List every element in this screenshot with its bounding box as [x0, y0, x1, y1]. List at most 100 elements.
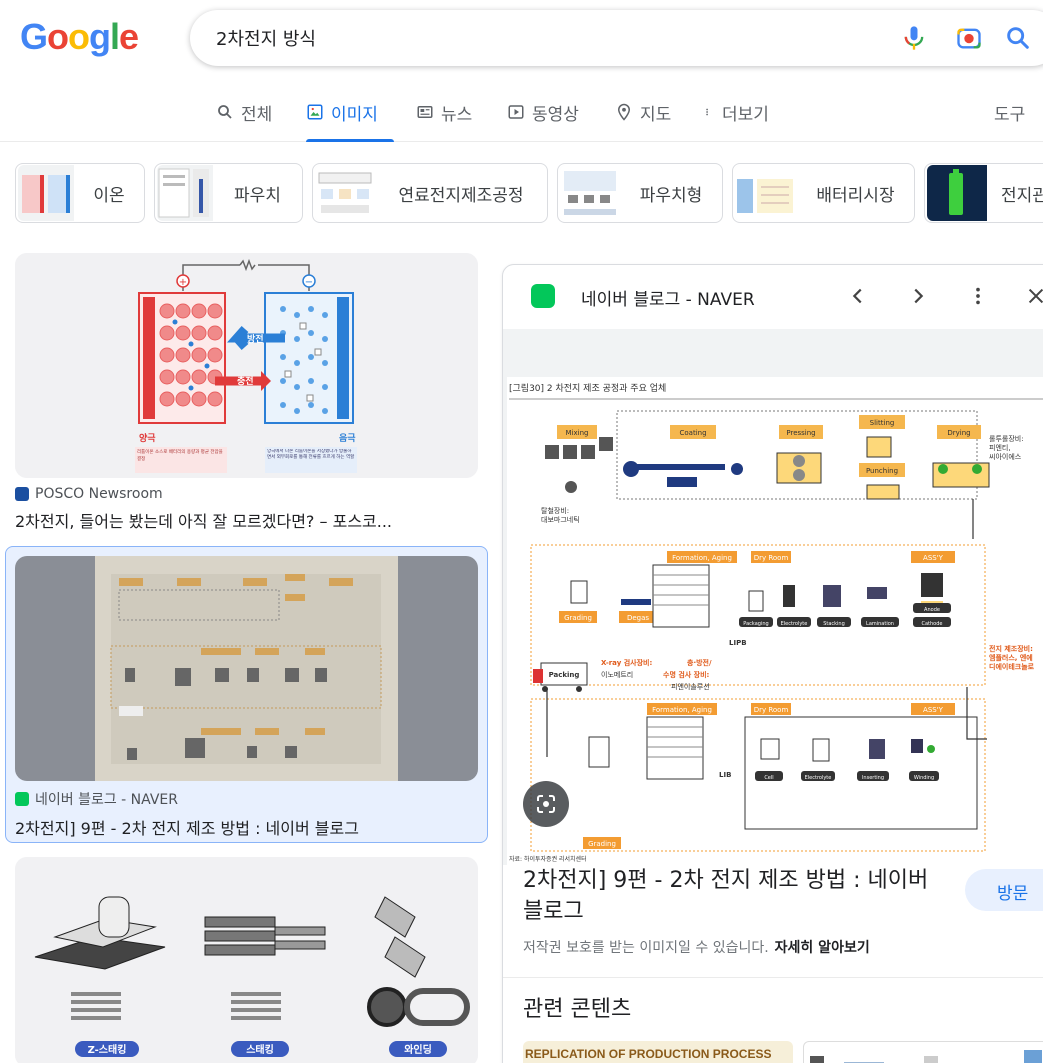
anode-desc: 양극에서 나온 리튬이온을 저장했다가 방출하면서 외부회로를 통해 전류를 흐…	[267, 449, 355, 460]
vendor-roll: 롤투롤장비: 피엔티, 씨아이에스	[989, 434, 1024, 461]
stage-label: Dry Room	[754, 554, 789, 562]
stage-label: Dry Room	[754, 706, 789, 714]
microphone-icon[interactable]	[900, 24, 928, 52]
stage-label: ASS'Y	[923, 554, 944, 562]
lens-icon	[537, 795, 555, 813]
discharge-label: 방전	[247, 333, 264, 345]
figure-caption: [그림30] 2 차전지 제조 공정과 주요 업체	[509, 382, 666, 394]
related-content-heading: 관련 콘텐츠	[523, 997, 632, 1022]
step-label: Coating	[679, 429, 706, 437]
preview-image-area: [그림30] 2 차전지 제조 공정과 주요 업체 Mixing Coating…	[503, 329, 1043, 865]
tools-button[interactable]: 도구	[994, 100, 1025, 142]
tab-news[interactable]: 뉴스	[416, 100, 472, 142]
charge-label: 충전	[237, 375, 254, 387]
chip-battery-tube[interactable]: 전지관	[924, 163, 1043, 223]
charge-label: 수명 검사 장비:	[663, 670, 710, 679]
tab-maps[interactable]: 지도	[615, 100, 671, 142]
related-thumbnail[interactable]: REPLICATION OF PRODUCTION PROCESS	[523, 1041, 793, 1063]
tab-all[interactable]: 전체	[216, 100, 272, 142]
play-icon	[508, 105, 524, 119]
search-tabs: 전체 이미지 뉴스 동영상 지도 더보기 도구	[0, 90, 1043, 142]
preview-title[interactable]: 2차전지] 9편 - 2차 전지 제조 방법 : 네이버 블로그	[523, 865, 953, 927]
posco-favicon-icon	[15, 487, 29, 501]
learn-more-link[interactable]: 자세히 알아보기	[775, 940, 870, 956]
step-label: Electrolyte	[781, 621, 808, 627]
search-icon[interactable]	[1004, 24, 1032, 52]
chip-pouch-type[interactable]: 파우치형	[557, 163, 723, 223]
chip-label: 연료전지제조공정	[398, 185, 524, 206]
step-label: Packaging	[743, 621, 768, 627]
tab-more[interactable]: 더보기	[705, 100, 769, 142]
search-input[interactable]	[216, 24, 856, 52]
image-result[interactable]: + − 방전 충전 양극 음극 리튬이온 소스로 배터리의 용량과 평균 전압을…	[15, 253, 478, 532]
step-label: Electrolyte	[805, 775, 832, 781]
battery-diagram-image[interactable]: + − 방전 충전 양극 음극 리튬이온 소스로 배터리의 용량과 평균 전압을…	[15, 253, 478, 478]
step-label: Cell	[764, 775, 773, 781]
chip-thumbnail	[18, 165, 74, 221]
vendor-cell: 전지 제조장비: 엠플러스, 엔에 디에이테크놀로	[989, 644, 1035, 671]
result-source[interactable]: 네이버 블로그 - NAVER	[15, 789, 478, 809]
charge-label: 충·방전/	[687, 658, 712, 667]
more-options-icon[interactable]	[967, 285, 989, 307]
result-title[interactable]: 2차전지, 들어는 봤는데 아직 잘 모르겠다면? – 포스코...	[15, 508, 478, 532]
step-label: Cathode	[922, 621, 943, 627]
step-label: Winding	[914, 775, 934, 781]
next-icon[interactable]	[907, 285, 929, 307]
step-label: Stacking	[823, 621, 845, 627]
camera-lens-icon[interactable]	[955, 24, 983, 52]
search-box[interactable]	[190, 10, 1043, 66]
result-source[interactable]: POSCO Newsroom	[15, 486, 478, 502]
google-logo[interactable]: Google	[20, 16, 139, 58]
chip-thumbnail	[315, 165, 375, 221]
chip-pouch[interactable]: 파우치	[154, 163, 303, 223]
preview-header: 네이버 블로그 - NAVER	[503, 265, 1043, 329]
stage-label: ASS'Y	[923, 706, 944, 714]
step-label: Pressing	[786, 429, 815, 437]
chip-thumbnail	[735, 165, 797, 221]
stage-label: Formation, Aging	[672, 554, 732, 562]
cathode-desc: 리튬이온 소스로 배터리의 용량과 평균 전압을 결정	[137, 450, 223, 462]
lib-label: LIB	[719, 771, 731, 779]
step-label: Slitting	[870, 419, 895, 427]
stage-label: Formation, Aging	[652, 706, 712, 714]
manufacturing-process-thumbnail[interactable]	[15, 556, 478, 781]
chip-battery-market[interactable]: 배터리시장	[732, 163, 915, 223]
chip-ion[interactable]: 이온	[15, 163, 145, 223]
tab-images[interactable]: 이미지	[306, 100, 394, 142]
tab-videos[interactable]: 동영상	[507, 100, 579, 142]
chip-fuel-cell-process[interactable]: 연료전지제조공정	[312, 163, 548, 223]
visit-button[interactable]: 방문	[965, 869, 1043, 911]
svg-text:+: +	[179, 277, 187, 288]
search-icon	[218, 105, 232, 119]
image-result[interactable]: Z-스태킹 스태킹 와인딩	[15, 857, 478, 1063]
chip-label: 파우치형	[639, 185, 703, 206]
preview-image[interactable]: [그림30] 2 차전지 제조 공정과 주요 업체 Mixing Coating…	[507, 377, 1043, 865]
stacking-diagram-image[interactable]: Z-스태킹 스태킹 와인딩	[15, 857, 478, 1063]
copyright-notice: 저작권 보호를 받는 이미지일 수 있습니다. 자세히 알아보기	[523, 940, 870, 956]
preview-source[interactable]: 네이버 블로그 - NAVER	[581, 285, 755, 310]
anode-label: 음극	[339, 433, 356, 444]
step-label: Mixing	[566, 429, 589, 437]
result-title[interactable]: 2차전지] 9편 - 2차 전지 제조 방법 : 네이버 블로그	[15, 815, 478, 839]
xray-label: X-ray 검사장비:	[601, 658, 652, 667]
chip-label: 배터리시장	[816, 185, 895, 206]
image-icon	[307, 104, 323, 120]
cathode-label: 양극	[139, 432, 156, 444]
step-label: Lamination	[866, 621, 894, 627]
step-label: Degas	[627, 614, 649, 622]
chip-thumbnail	[560, 165, 620, 221]
previous-icon[interactable]	[847, 285, 869, 307]
chip-label: 이온	[93, 185, 125, 206]
close-icon[interactable]	[1025, 285, 1043, 307]
news-icon	[417, 106, 433, 118]
more-vertical-icon	[706, 108, 708, 116]
step-label: Drying	[947, 429, 970, 437]
charge-vendor: 피엔이솔루션	[671, 682, 710, 691]
step-label: Grading	[588, 840, 616, 848]
image-result-selected[interactable]: 네이버 블로그 - NAVER 2차전지] 9편 - 2차 전지 제조 방법 :…	[15, 556, 478, 839]
packing-label: Packing	[549, 671, 580, 679]
divider	[503, 977, 1043, 978]
lens-search-button[interactable]	[523, 781, 569, 827]
stack-label: 스태킹	[246, 1043, 274, 1056]
related-thumbnail[interactable]	[803, 1041, 1043, 1063]
